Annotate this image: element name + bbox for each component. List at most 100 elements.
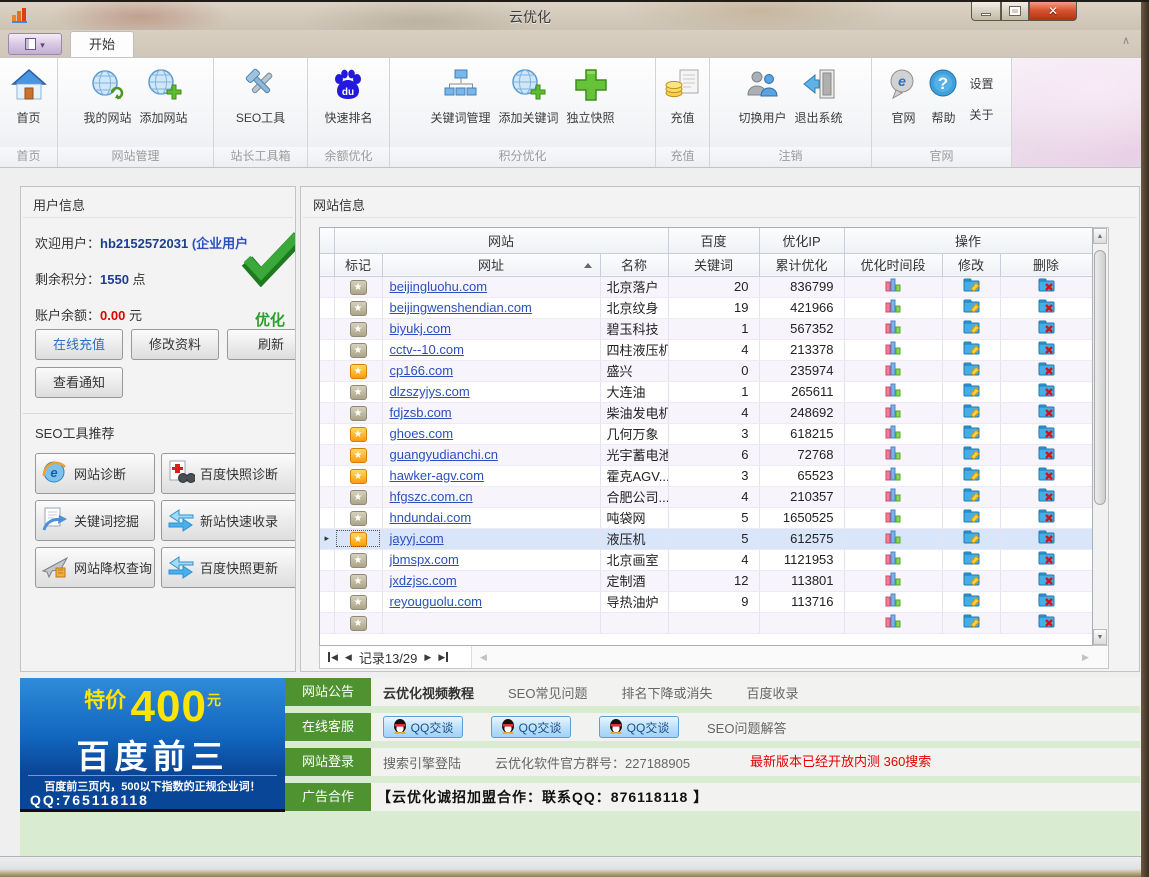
edit-folder-icon[interactable] — [963, 511, 980, 526]
last-page-icon[interactable] — [438, 652, 448, 663]
link-seo-faq[interactable]: SEO常见问题 — [508, 683, 587, 702]
prev-page-icon[interactable] — [345, 652, 352, 663]
delete-folder-icon[interactable] — [1038, 448, 1055, 463]
table-row[interactable]: jbmspx.com 北京画室 4 1121953 — [320, 549, 1092, 570]
star-icon[interactable] — [350, 616, 367, 631]
edit-cell[interactable] — [942, 318, 1000, 339]
add-keyword-button[interactable]: 添加关键词 — [494, 61, 562, 126]
edit-folder-icon[interactable] — [963, 490, 980, 505]
recharge-button[interactable]: 充值 — [661, 61, 705, 126]
edit-folder-icon[interactable] — [963, 427, 980, 442]
table-row[interactable]: cp166.com 盛兴 0 235974 — [320, 360, 1092, 381]
mark-cell[interactable] — [334, 570, 382, 591]
mark-cell[interactable] — [334, 276, 382, 297]
mark-cell[interactable] — [334, 318, 382, 339]
app-menu-button[interactable] — [8, 33, 62, 55]
official-site-button[interactable]: e 官网 — [883, 61, 923, 126]
bar-chart-icon[interactable] — [885, 448, 901, 463]
delete-folder-icon[interactable] — [1038, 553, 1055, 568]
delete-folder-icon[interactable] — [1038, 301, 1055, 316]
edit-folder-icon[interactable] — [963, 364, 980, 379]
time-range-cell[interactable] — [844, 570, 942, 591]
delete-folder-icon[interactable] — [1038, 469, 1055, 484]
site-link[interactable]: beijingwenshendian.com — [390, 300, 532, 315]
table-row[interactable]: guangyudianchi.cn 光宇蓄电池 6 72768 — [320, 444, 1092, 465]
home-button[interactable]: 首页 — [7, 61, 51, 126]
time-range-cell[interactable] — [844, 297, 942, 318]
site-diagnosis-button[interactable]: e 网站诊断 — [35, 453, 155, 494]
col-header-name[interactable]: 名称 — [600, 253, 668, 276]
mark-cell[interactable] — [334, 486, 382, 507]
edit-cell[interactable] — [942, 423, 1000, 444]
mark-cell[interactable] — [334, 591, 382, 612]
delete-cell[interactable] — [1000, 612, 1092, 633]
site-link[interactable]: hfgszc.com.cn — [390, 489, 473, 504]
star-icon[interactable] — [350, 511, 367, 526]
delete-cell[interactable] — [1000, 507, 1092, 528]
tab-start[interactable]: 开始 — [70, 31, 134, 57]
site-link[interactable]: ghoes.com — [390, 426, 454, 441]
table-row[interactable]: beijingluohu.com 北京落户 20 836799 — [320, 276, 1092, 297]
delete-cell[interactable] — [1000, 486, 1092, 507]
delete-cell[interactable] — [1000, 591, 1092, 612]
link-baidu-index[interactable]: 百度收录 — [747, 683, 799, 702]
star-icon[interactable] — [350, 532, 367, 547]
help-button[interactable]: ? 帮助 — [923, 61, 963, 126]
minimize-button[interactable] — [971, 2, 1001, 21]
time-range-cell[interactable] — [844, 276, 942, 297]
first-page-icon[interactable] — [328, 652, 338, 663]
delete-folder-icon[interactable] — [1038, 385, 1055, 400]
edit-cell[interactable] — [942, 444, 1000, 465]
site-link[interactable]: biyukj.com — [390, 321, 451, 336]
delete-folder-icon[interactable] — [1038, 343, 1055, 358]
edit-folder-icon[interactable] — [963, 322, 980, 337]
bar-chart-icon[interactable] — [885, 574, 901, 589]
mark-cell[interactable] — [334, 465, 382, 486]
table-row[interactable]: fdjzsb.com 柴油发电机 4 248692 — [320, 402, 1092, 423]
star-icon[interactable] — [350, 301, 367, 316]
edit-folder-icon[interactable] — [963, 448, 980, 463]
maximize-button[interactable] — [1001, 2, 1029, 21]
switch-user-button[interactable]: 切换用户 — [734, 61, 790, 126]
col-header-url[interactable]: 网址 — [382, 253, 600, 276]
edit-cell[interactable] — [942, 591, 1000, 612]
time-range-cell[interactable] — [844, 402, 942, 423]
star-icon[interactable] — [350, 427, 367, 442]
time-range-cell[interactable] — [844, 528, 942, 549]
table-row[interactable]: reyouguolu.com 导热油炉 9 113716 — [320, 591, 1092, 612]
star-icon[interactable] — [350, 553, 367, 568]
site-link[interactable]: jbmspx.com — [390, 552, 459, 567]
ad-banner[interactable]: 特价 400元 百度前三 百度前三页内，500以下指数的正规企业词！ QQ:76… — [20, 678, 285, 812]
delete-cell[interactable] — [1000, 402, 1092, 423]
bar-chart-icon[interactable] — [885, 532, 901, 547]
mark-cell[interactable] — [334, 339, 382, 360]
site-link[interactable]: beijingluohu.com — [390, 279, 488, 294]
col-header-keywords[interactable]: 关键词 — [668, 253, 759, 276]
star-icon[interactable] — [350, 343, 367, 358]
site-link[interactable]: reyouguolu.com — [390, 594, 483, 609]
bar-chart-icon[interactable] — [885, 322, 901, 337]
baidu-snapshot-update-button[interactable]: 百度快照更新 — [161, 547, 296, 588]
time-range-cell[interactable] — [844, 381, 942, 402]
table-row[interactable]: cctv--10.com 四柱液压机 4 213378 — [320, 339, 1092, 360]
edit-folder-icon[interactable] — [963, 532, 980, 547]
delete-folder-icon[interactable] — [1038, 322, 1055, 337]
bar-chart-icon[interactable] — [885, 595, 901, 610]
mark-cell[interactable] — [334, 381, 382, 402]
seo-tools-button[interactable]: SEO工具 — [232, 61, 289, 126]
qq-chat-button[interactable]: QQ交谈 — [383, 716, 463, 738]
time-range-cell[interactable] — [844, 339, 942, 360]
col-header-mark[interactable]: 标记 — [334, 253, 382, 276]
site-link[interactable]: dlzszyjys.com — [390, 384, 470, 399]
bar-chart-icon[interactable] — [885, 385, 901, 400]
bar-chart-icon[interactable] — [885, 616, 901, 631]
scroll-up-icon[interactable] — [1093, 228, 1107, 244]
edit-folder-icon[interactable] — [963, 301, 980, 316]
star-icon[interactable] — [350, 448, 367, 463]
table-row[interactable]: jayyj.com 液压机 5 612575 — [320, 528, 1092, 549]
bar-chart-icon[interactable] — [885, 364, 901, 379]
link-video-tutorial[interactable]: 云优化视频教程 — [383, 683, 474, 702]
edit-cell[interactable] — [942, 360, 1000, 381]
delete-cell[interactable] — [1000, 570, 1092, 591]
table-row[interactable]: beijingwenshendian.com 北京纹身 19 421966 — [320, 297, 1092, 318]
